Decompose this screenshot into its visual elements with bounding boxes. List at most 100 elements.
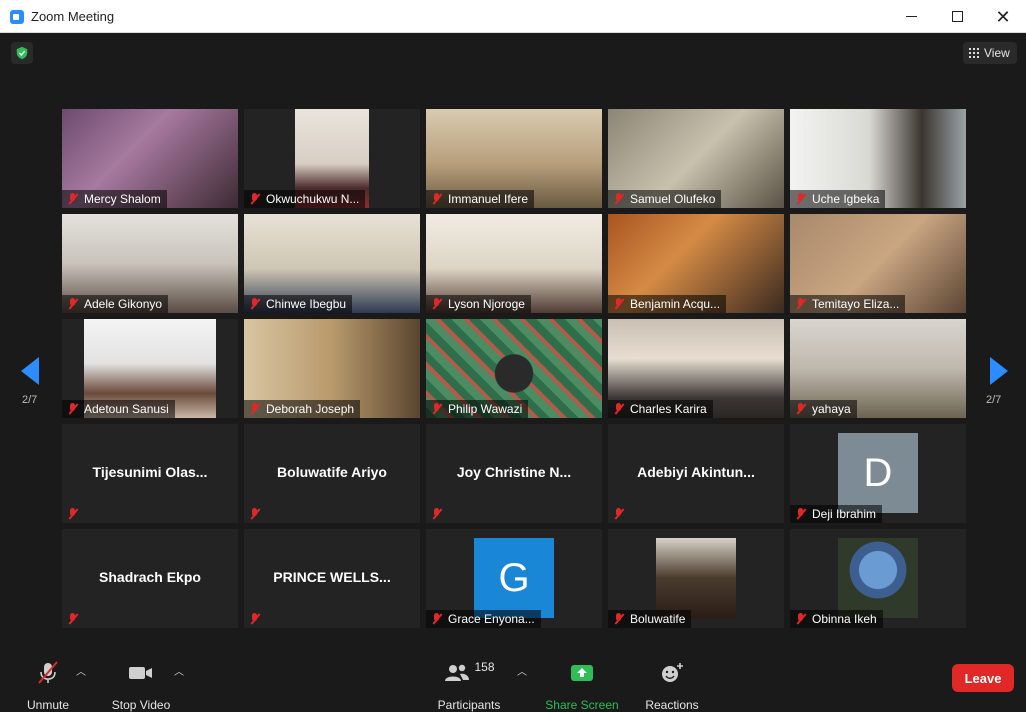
- participants-count: 158: [474, 660, 495, 674]
- page-indicator-left: 2/7: [22, 394, 38, 406]
- title-bar: Zoom Meeting ✕: [0, 0, 1026, 33]
- participant-name-bar: yahaya: [790, 400, 857, 418]
- participant-tile[interactable]: Charles Karira: [608, 319, 784, 418]
- participant-name: Obinna Ikeh: [812, 612, 877, 626]
- participant-tile[interactable]: Okwuchukwu N...: [244, 109, 420, 208]
- participant-tile[interactable]: Mercy Shalom: [62, 109, 238, 208]
- minimize-icon: [905, 16, 917, 17]
- participant-name: Adetoun Sanusi: [84, 402, 169, 416]
- participant-name: Deborah Joseph: [266, 402, 355, 416]
- participant-name-bar: Obinna Ikeh: [790, 610, 883, 628]
- muted-mic-icon: [612, 612, 626, 626]
- participant-name-bar: [244, 610, 272, 628]
- unmute-label: Unmute: [26, 698, 70, 712]
- participant-name-bar: Mercy Shalom: [62, 190, 167, 208]
- next-page-arrow-icon[interactable]: [990, 357, 1008, 385]
- participant-tile[interactable]: Immanuel Ifere: [426, 109, 602, 208]
- reactions-button[interactable]: Reactions: [640, 658, 704, 712]
- share-screen-button[interactable]: Share Screen: [544, 658, 620, 712]
- maximize-icon: [951, 11, 963, 22]
- participant-name: Mercy Shalom: [84, 192, 161, 206]
- muted-mic-icon: [430, 297, 444, 311]
- muted-microphone-icon: [35, 658, 61, 688]
- muted-mic-icon: [612, 402, 626, 416]
- participant-profile-picture: [656, 538, 736, 618]
- video-camera-icon: [127, 658, 155, 688]
- stop-video-label: Stop Video: [111, 698, 171, 712]
- muted-mic-icon: [430, 402, 444, 416]
- reactions-label: Reactions: [645, 698, 699, 712]
- maximize-button[interactable]: [934, 0, 980, 33]
- unmute-button[interactable]: Unmute: [22, 658, 74, 712]
- participant-display-name: Adebiyi Akintun...: [637, 464, 755, 480]
- participant-tile[interactable]: Boluwatife: [608, 529, 784, 628]
- participant-tile[interactable]: Joy Christine N...: [426, 424, 602, 523]
- minimize-button[interactable]: [888, 0, 934, 33]
- participant-tile[interactable]: PRINCE WELLS...: [244, 529, 420, 628]
- zoom-window: Zoom Meeting ✕ View 2/7 2/7 Mercy Shalom…: [0, 0, 1026, 712]
- muted-mic-icon: [66, 402, 80, 416]
- participant-tile[interactable]: Boluwatife Ariyo: [244, 424, 420, 523]
- window-title: Zoom Meeting: [31, 9, 115, 24]
- participant-avatar: G: [474, 538, 554, 618]
- muted-mic-icon: [66, 612, 80, 626]
- muted-mic-icon: [430, 612, 444, 626]
- muted-mic-icon: [612, 507, 626, 521]
- participant-name: Okwuchukwu N...: [266, 192, 360, 206]
- participant-display-name: Boluwatife Ariyo: [277, 464, 387, 480]
- participant-name-bar: Deji Ibrahim: [790, 505, 883, 523]
- participant-name-bar: Adetoun Sanusi: [62, 400, 175, 418]
- participant-name-bar: [608, 505, 636, 523]
- participant-name-bar: Chinwe Ibegbu: [244, 295, 353, 313]
- participant-name-bar: [244, 505, 272, 523]
- participant-name: Grace Enyona...: [448, 612, 535, 626]
- muted-mic-icon: [248, 507, 262, 521]
- participant-name: yahaya: [812, 402, 851, 416]
- participant-tile[interactable]: Deborah Joseph: [244, 319, 420, 418]
- participants-label: Participants: [437, 698, 501, 712]
- participant-tile[interactable]: Lyson Njoroge: [426, 214, 602, 313]
- muted-mic-icon: [612, 192, 626, 206]
- participant-tile[interactable]: D Deji Ibrahim: [790, 424, 966, 523]
- participants-options-caret-icon[interactable]: ︿: [517, 663, 527, 678]
- participant-display-name: PRINCE WELLS...: [273, 569, 391, 585]
- view-button[interactable]: View: [963, 42, 1017, 64]
- stop-video-button[interactable]: Stop Video: [104, 658, 178, 712]
- participant-tile[interactable]: Tijesunimi Olas...: [62, 424, 238, 523]
- participant-name-bar: Charles Karira: [608, 400, 713, 418]
- participant-tile[interactable]: Adele Gikonyo: [62, 214, 238, 313]
- participant-name-bar: [426, 505, 454, 523]
- video-options-caret-icon[interactable]: ︿: [174, 663, 184, 678]
- participants-button[interactable]: 158 Participants: [432, 658, 506, 712]
- grid-view-icon: [969, 48, 979, 58]
- meeting-toolbar: Unmute ︿ Stop Video ︿ 158 Participants ︿…: [0, 644, 1026, 712]
- previous-page-arrow-icon[interactable]: [21, 357, 39, 385]
- audio-options-caret-icon[interactable]: ︿: [76, 663, 86, 678]
- participant-tile[interactable]: Adebiyi Akintun...: [608, 424, 784, 523]
- participant-tile[interactable]: Adetoun Sanusi: [62, 319, 238, 418]
- page-indicator-right: 2/7: [986, 394, 1002, 406]
- participant-name: Immanuel Ifere: [448, 192, 529, 206]
- encryption-shield-button[interactable]: [11, 42, 33, 64]
- participant-name-bar: Temitayo Eliza...: [790, 295, 906, 313]
- participant-tile[interactable]: G Grace Enyona...: [426, 529, 602, 628]
- close-button[interactable]: ✕: [980, 0, 1026, 33]
- participant-tile[interactable]: Temitayo Eliza...: [790, 214, 966, 313]
- participant-name: Deji Ibrahim: [812, 507, 877, 521]
- participant-tile[interactable]: yahaya: [790, 319, 966, 418]
- participant-name: Lyson Njoroge: [448, 297, 525, 311]
- participant-name-bar: Samuel Olufeko: [608, 190, 722, 208]
- participant-tile[interactable]: Shadrach Ekpo: [62, 529, 238, 628]
- participant-name-bar: Uche Igbeka: [790, 190, 886, 208]
- leave-button[interactable]: Leave: [952, 664, 1014, 692]
- participant-tile[interactable]: Benjamin Acqu...: [608, 214, 784, 313]
- participant-display-name: Tijesunimi Olas...: [92, 464, 208, 480]
- participant-tile[interactable]: Chinwe Ibegbu: [244, 214, 420, 313]
- participant-display-name: Joy Christine N...: [456, 464, 572, 480]
- participant-tile[interactable]: Samuel Olufeko: [608, 109, 784, 208]
- participant-name: Adele Gikonyo: [84, 297, 163, 311]
- muted-mic-icon: [66, 192, 80, 206]
- participant-tile[interactable]: Philip Wawazi: [426, 319, 602, 418]
- participant-tile[interactable]: Obinna Ikeh: [790, 529, 966, 628]
- participant-tile[interactable]: Uche Igbeka: [790, 109, 966, 208]
